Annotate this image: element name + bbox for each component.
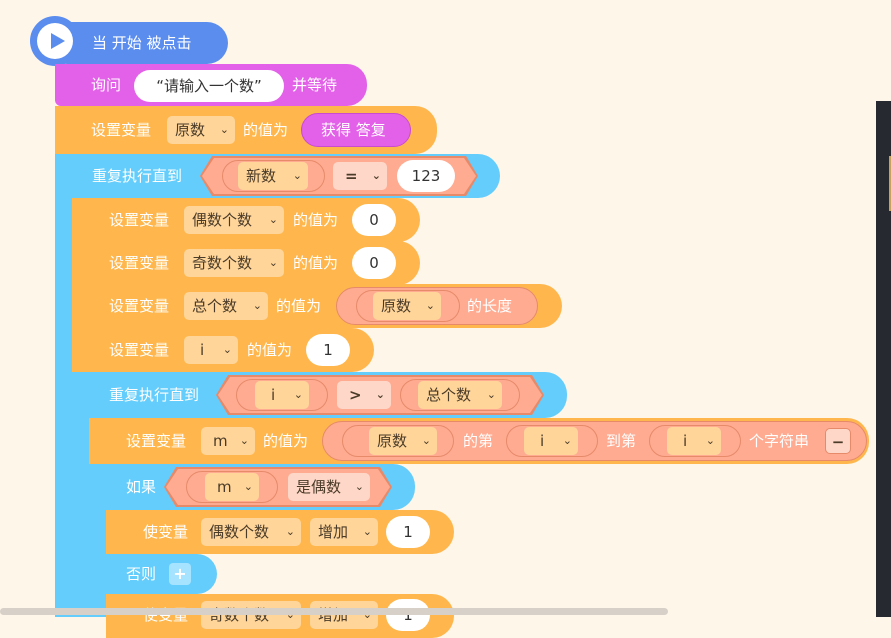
chevron-down-icon: ⌄ bbox=[286, 601, 295, 629]
is-even-dropdown[interactable]: 是偶数 ⌄ bbox=[288, 473, 370, 501]
variable-dropdown-i[interactable]: i ⌄ bbox=[184, 336, 238, 364]
variable-dropdown-original[interactable]: 原数 ⌄ bbox=[373, 292, 441, 320]
value-label: 的值为 bbox=[263, 432, 309, 450]
set-label: 设置变量 bbox=[109, 211, 170, 229]
chevron-down-icon: ⌄ bbox=[222, 343, 232, 356]
value-input-even[interactable]: 0 bbox=[352, 204, 396, 236]
repeat-outer-label: 重复执行直到 bbox=[92, 167, 183, 185]
substring-label: 个字符串 bbox=[749, 432, 810, 450]
remove-argument-button[interactable]: − bbox=[825, 428, 851, 454]
variable-dropdown-i[interactable]: i ⌄ bbox=[255, 381, 309, 409]
from-label: 的第 bbox=[463, 432, 494, 450]
minus-icon: − bbox=[831, 433, 845, 451]
chevron-down-icon: ⌄ bbox=[363, 601, 372, 629]
chevron-down-icon: ⌄ bbox=[268, 256, 278, 269]
set-label: 设置变量 bbox=[109, 254, 170, 272]
set-label: 设置变量 bbox=[126, 432, 187, 450]
chevron-down-icon: ⌄ bbox=[268, 213, 278, 226]
chevron-down-icon: ⌄ bbox=[293, 388, 303, 401]
to-label: 到第 bbox=[606, 432, 637, 450]
variable-dropdown-new-number[interactable]: 新数 ⌄ bbox=[238, 162, 308, 190]
change-op-dropdown[interactable]: 增加⌄ bbox=[310, 518, 378, 546]
value-label: 的值为 bbox=[247, 341, 293, 359]
chevron-down-icon: ⌄ bbox=[252, 299, 262, 312]
value-label: 的值为 bbox=[243, 121, 289, 139]
ask-label: 询问 bbox=[91, 76, 122, 94]
set-label: 设置变量 bbox=[109, 297, 170, 315]
length-label: 的长度 bbox=[467, 297, 513, 315]
get-answer-label: 获得 答复 bbox=[321, 121, 386, 139]
variable-dropdown-m[interactable]: m ⌄ bbox=[201, 427, 255, 455]
repeat-inner-label: 重复执行直到 bbox=[109, 386, 200, 404]
variable-dropdown-total-count[interactable]: 总个数 ⌄ bbox=[418, 381, 502, 409]
chevron-down-icon: ⌄ bbox=[239, 434, 249, 447]
variable-dropdown-odd-count[interactable]: 奇数个数⌄ bbox=[184, 249, 284, 277]
variable-dropdown-original[interactable]: 原数 ⌄ bbox=[369, 427, 437, 455]
play-icon[interactable] bbox=[30, 16, 80, 66]
plus-icon: + bbox=[173, 564, 187, 583]
value-label: 的值为 bbox=[293, 211, 339, 229]
add-branch-button[interactable]: + bbox=[169, 563, 191, 585]
operator-dropdown-equals[interactable]: = ⌄ bbox=[333, 162, 387, 190]
hat-label: 当 开始 被点击 bbox=[92, 34, 192, 52]
variable-dropdown-i[interactable]: i ⌄ bbox=[524, 427, 578, 455]
chevron-down-icon: ⌄ bbox=[292, 169, 302, 182]
chevron-down-icon: ⌄ bbox=[425, 299, 435, 312]
chevron-down-icon: ⌄ bbox=[285, 525, 295, 538]
chevron-down-icon: ⌄ bbox=[421, 434, 431, 447]
chevron-down-icon: ⌄ bbox=[705, 434, 715, 447]
chevron-down-icon: ⌄ bbox=[562, 434, 572, 447]
value-input-change-odd[interactable]: 1 bbox=[386, 599, 430, 631]
chevron-down-icon: ⌄ bbox=[371, 169, 381, 182]
variable-dropdown-even-count[interactable]: 偶数个数 ⌄ bbox=[184, 206, 284, 234]
value-input-123[interactable]: 123 bbox=[397, 160, 455, 192]
chevron-down-icon: ⌄ bbox=[486, 388, 496, 401]
repeat-inner-arm bbox=[72, 418, 89, 617]
ask-wait-label: 并等待 bbox=[292, 76, 338, 94]
value-input-odd[interactable]: 0 bbox=[352, 247, 396, 279]
change-label: 使变量 bbox=[143, 523, 189, 541]
chevron-down-icon: ⌄ bbox=[362, 525, 372, 538]
set-label: 设置变量 bbox=[109, 341, 170, 359]
if-label: 如果 bbox=[126, 478, 157, 496]
right-panel-edge bbox=[876, 101, 891, 617]
variable-dropdown-total-count[interactable]: 总个数 ⌄ bbox=[184, 292, 268, 320]
value-label: 的值为 bbox=[276, 297, 322, 315]
variable-dropdown-m[interactable]: m ⌄ bbox=[205, 473, 259, 501]
repeat-outer-arm bbox=[55, 198, 72, 617]
set-label: 设置变量 bbox=[91, 121, 152, 139]
chevron-down-icon: ⌄ bbox=[354, 480, 364, 493]
variable-dropdown-odd-count[interactable]: 奇数个数⌄ bbox=[201, 601, 301, 629]
value-input-change-even[interactable]: 1 bbox=[386, 516, 430, 548]
variable-dropdown-i[interactable]: i ⌄ bbox=[667, 427, 721, 455]
variable-dropdown-original[interactable]: 原数 ⌄ bbox=[167, 116, 235, 144]
chevron-down-icon: ⌄ bbox=[219, 123, 229, 136]
chevron-down-icon: ⌄ bbox=[243, 480, 253, 493]
variable-dropdown-even-count[interactable]: 偶数个数 ⌄ bbox=[201, 518, 301, 546]
else-label: 否则 bbox=[126, 565, 157, 583]
horizontal-scrollbar[interactable] bbox=[0, 608, 668, 615]
value-label: 的值为 bbox=[293, 254, 339, 272]
chevron-down-icon: ⌄ bbox=[375, 388, 385, 401]
ask-text-input[interactable]: “请输入一个数” bbox=[134, 70, 284, 102]
change-op-dropdown[interactable]: 增加⌄ bbox=[310, 601, 378, 629]
value-input-i[interactable]: 1 bbox=[306, 334, 350, 366]
operator-dropdown-greater[interactable]: > ⌄ bbox=[337, 381, 391, 409]
